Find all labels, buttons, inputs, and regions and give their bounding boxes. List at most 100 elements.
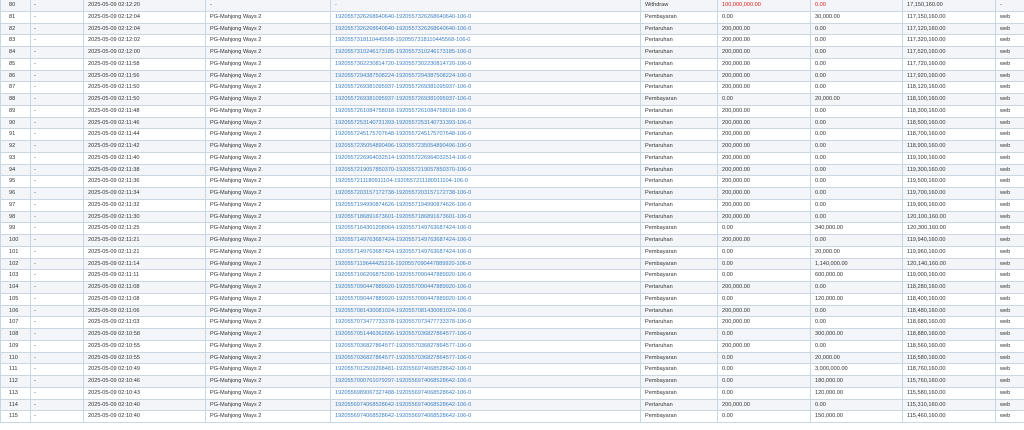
table-row[interactable]: 92-2025-05-09 02:11:42 PG-Mahjong Ways 21…: [0, 140, 1024, 153]
datetime-cell: 2025-05-09 02:11:30: [83, 211, 206, 224]
device-cell: web: [995, 387, 1024, 400]
reference-link[interactable]: 1920557012509268481-1920556974068528642-…: [330, 363, 641, 376]
user-cell: -: [30, 363, 84, 376]
table-row[interactable]: 83-2025-05-09 02:12:02 PG-Mahjong Ways 21…: [0, 34, 1024, 47]
reference-link[interactable]: 1920557000761079297-1920556974068528642-…: [330, 375, 641, 388]
table-row[interactable]: 81-2025-05-09 02:12:04 PG-Mahjong Ways 21…: [0, 11, 1024, 24]
reference-link[interactable]: 1920557261084758018-1920557261084758018-…: [330, 105, 641, 118]
reference-link[interactable]: 1920557219057850370-1920557219057850370-…: [330, 164, 641, 177]
table-row[interactable]: 103-2025-05-09 02:11:11 PG-Mahjong Ways 2…: [0, 269, 1024, 282]
game-name-cell: PG-Mahjong Ways 2: [205, 81, 331, 94]
row-number: 94: [0, 164, 31, 177]
table-row[interactable]: 89-2025-05-09 02:11:48 PG-Mahjong Ways 21…: [0, 105, 1024, 118]
table-row[interactable]: 80-2025-05-09 02:12:20- - Withdraw 100,000,…: [0, 0, 1024, 12]
credit-amount-cell: 0.00: [810, 46, 903, 59]
table-row[interactable]: 99-2025-05-09 02:11:25 PG-Mahjong Ways 21…: [0, 222, 1024, 235]
reference-link[interactable]: 1920557269381095937-1920557269381095937-…: [330, 81, 641, 94]
reference-link[interactable]: 1920557090447889920-1920557090447889920-…: [330, 281, 641, 294]
reference-link[interactable]: 1920557090447889920-1920557090447889920-…: [330, 293, 641, 306]
reference-link[interactable]: 1920557326268640640-1920557326268640640-…: [330, 11, 641, 24]
debit-amount-cell: 200,000.00: [717, 399, 811, 412]
table-row[interactable]: 85-2025-05-09 02:11:58 PG-Mahjong Ways 21…: [0, 58, 1024, 71]
table-row[interactable]: 93-2025-05-09 02:11:40 PG-Mahjong Ways 21…: [0, 152, 1024, 165]
table-row[interactable]: 101-2025-05-09 02:11:21 PG-Mahjong Ways 2…: [0, 246, 1024, 259]
transaction-type-cell: Pertaruhan: [640, 164, 718, 177]
reference-link[interactable]: 1920557194990874626-1920557194990874626-…: [330, 199, 641, 212]
table-row[interactable]: 87-2025-05-09 02:11:50 PG-Mahjong Ways 21…: [0, 81, 1024, 94]
reference-link[interactable]: 1920557211180911104-1920557211180911104-…: [330, 175, 641, 188]
reference-link[interactable]: 1920557036827864577-1920557036827864577-…: [330, 352, 641, 365]
reference-link[interactable]: 1920556989067327488-1920556974068528642-…: [330, 387, 641, 400]
row-number: 85: [0, 58, 31, 71]
reference-link[interactable]: 1920557269381095937-1920557269381095937-…: [330, 93, 641, 106]
table-row[interactable]: 113-2025-05-09 02:10:43 PG-Mahjong Ways 2…: [0, 387, 1024, 400]
reference-link[interactable]: 1920557245175707648-1920557245175707648-…: [330, 128, 641, 141]
reference-link[interactable]: 1920557310246173185-1920557310246173185-…: [330, 46, 641, 59]
device-cell: web: [995, 410, 1024, 423]
user-cell: -: [30, 410, 84, 423]
reference-link[interactable]: -: [330, 0, 641, 12]
table-row[interactable]: 96-2025-05-09 02:11:34 PG-Mahjong Ways 21…: [0, 187, 1024, 200]
user-cell: -: [30, 70, 84, 83]
table-row[interactable]: 110-2025-05-09 02:10:55 PG-Mahjong Ways 2…: [0, 352, 1024, 365]
reference-link[interactable]: 1920557318110445568-1920557318110445568-…: [330, 34, 641, 47]
reference-link[interactable]: 1920557149763687424-1920557149763687424-…: [330, 234, 641, 247]
credit-amount-cell: 0.00: [810, 81, 903, 94]
table-row[interactable]: 91-2025-05-09 02:11:44 PG-Mahjong Ways 21…: [0, 128, 1024, 141]
table-row[interactable]: 112-2025-05-09 02:10:46 PG-Mahjong Ways 2…: [0, 375, 1024, 388]
reference-link[interactable]: 1920557036827864577-1920557036827864577-…: [330, 340, 641, 353]
reference-link[interactable]: 1920557226964032514-1920557226964032514-…: [330, 152, 641, 165]
table-row[interactable]: 108-2025-05-09 02:10:58 PG-Mahjong Ways 2…: [0, 328, 1024, 341]
table-row[interactable]: 102-2025-05-09 02:11:14 PG-Mahjong Ways 2…: [0, 258, 1024, 271]
credit-amount-cell: 1,140,000.00: [810, 258, 903, 271]
table-row[interactable]: 84-2025-05-09 02:12:00 PG-Mahjong Ways 21…: [0, 46, 1024, 59]
table-row[interactable]: 107-2025-05-09 02:11:03 PG-Mahjong Ways 2…: [0, 316, 1024, 329]
user-cell: -: [30, 211, 84, 224]
reference-link[interactable]: 1920557149763687424-1920557149763687424-…: [330, 246, 641, 259]
balance-cell: 119,900,160.00: [902, 199, 996, 212]
row-number: 115: [0, 410, 31, 423]
table-row[interactable]: 94-2025-05-09 02:11:38 PG-Mahjong Ways 21…: [0, 164, 1024, 177]
table-row[interactable]: 97-2025-05-09 02:11:32 PG-Mahjong Ways 21…: [0, 199, 1024, 212]
reference-link[interactable]: 1920557302230814720-1920557302230814720-…: [330, 58, 641, 71]
reference-link[interactable]: 1920557051446362656-1920557036827864577-…: [330, 328, 641, 341]
reference-link[interactable]: 1920557081430081024-1920557081430081024-…: [330, 305, 641, 318]
table-row[interactable]: 90-2025-05-09 02:11:46 PG-Mahjong Ways 21…: [0, 117, 1024, 130]
reference-link[interactable]: 1920557326268640640-1920557326268640640-…: [330, 23, 641, 36]
reference-link[interactable]: 1920556974068528642-1920556974068528642-…: [330, 399, 641, 412]
row-number: 81: [0, 11, 31, 24]
reference-link[interactable]: 1920556974068528642-1920556974068528642-…: [330, 410, 641, 423]
credit-amount-cell: 300,000.00: [810, 328, 903, 341]
reference-link[interactable]: 1920557235054890496-1920557235054890496-…: [330, 140, 641, 153]
row-number: 80: [0, 0, 31, 12]
table-row[interactable]: 109-2025-05-09 02:10:55 PG-Mahjong Ways 2…: [0, 340, 1024, 353]
debit-amount-cell: 200,000.00: [717, 105, 811, 118]
table-row[interactable]: 100-2025-05-09 02:11:21 PG-Mahjong Ways 2…: [0, 234, 1024, 247]
game-name-cell: PG-Mahjong Ways 2: [205, 410, 331, 423]
datetime-cell: 2025-05-09 02:11:50: [83, 93, 206, 106]
table-row[interactable]: 82-2025-05-09 02:12:04 PG-Mahjong Ways 21…: [0, 23, 1024, 36]
datetime-cell: 2025-05-09 02:11:08: [83, 281, 206, 294]
table-row[interactable]: 98-2025-05-09 02:11:30 PG-Mahjong Ways 21…: [0, 211, 1024, 224]
reference-link[interactable]: 1920557164301208064-1920557149763687424-…: [330, 222, 641, 235]
reference-link[interactable]: 1920557253140731393-1920557253140731393-…: [330, 117, 641, 130]
table-row[interactable]: 115-2025-05-09 02:10:40 PG-Mahjong Ways 2…: [0, 410, 1024, 423]
user-cell: -: [30, 340, 84, 353]
reference-link[interactable]: 1920557203157172738-1920557203157172738-…: [330, 187, 641, 200]
reference-link[interactable]: 1920557186891673601-1920557186891673601-…: [330, 211, 641, 224]
reference-link[interactable]: 1920557294387508224-1920557294387508224-…: [330, 70, 641, 83]
table-row[interactable]: 88-2025-05-09 02:11:50 PG-Mahjong Ways 21…: [0, 93, 1024, 106]
table-row[interactable]: 106-2025-05-09 02:11:06 PG-Mahjong Ways 2…: [0, 305, 1024, 318]
debit-amount-cell: 200,000.00: [717, 187, 811, 200]
table-row[interactable]: 114-2025-05-09 02:10:40 PG-Mahjong Ways 2…: [0, 399, 1024, 412]
table-row[interactable]: 111-2025-05-09 02:10:49 PG-Mahjong Ways 2…: [0, 363, 1024, 376]
reference-link[interactable]: 1920557119644425216-1920557090447889920-…: [330, 258, 641, 271]
reference-link[interactable]: 1920557106206875200-1920557090447889920-…: [330, 269, 641, 282]
table-row[interactable]: 104-2025-05-09 02:11:08 PG-Mahjong Ways 2…: [0, 281, 1024, 294]
reference-link[interactable]: 1920557073477733378-1920557073477733378-…: [330, 316, 641, 329]
transaction-type-cell: Pembayaran: [640, 410, 718, 423]
table-row[interactable]: 86-2025-05-09 02:11:56 PG-Mahjong Ways 21…: [0, 70, 1024, 83]
table-row[interactable]: 105-2025-05-09 02:11:08 PG-Mahjong Ways 2…: [0, 293, 1024, 306]
debit-amount-cell: 200,000.00: [717, 234, 811, 247]
table-row[interactable]: 95-2025-05-09 02:11:36 PG-Mahjong Ways 21…: [0, 175, 1024, 188]
